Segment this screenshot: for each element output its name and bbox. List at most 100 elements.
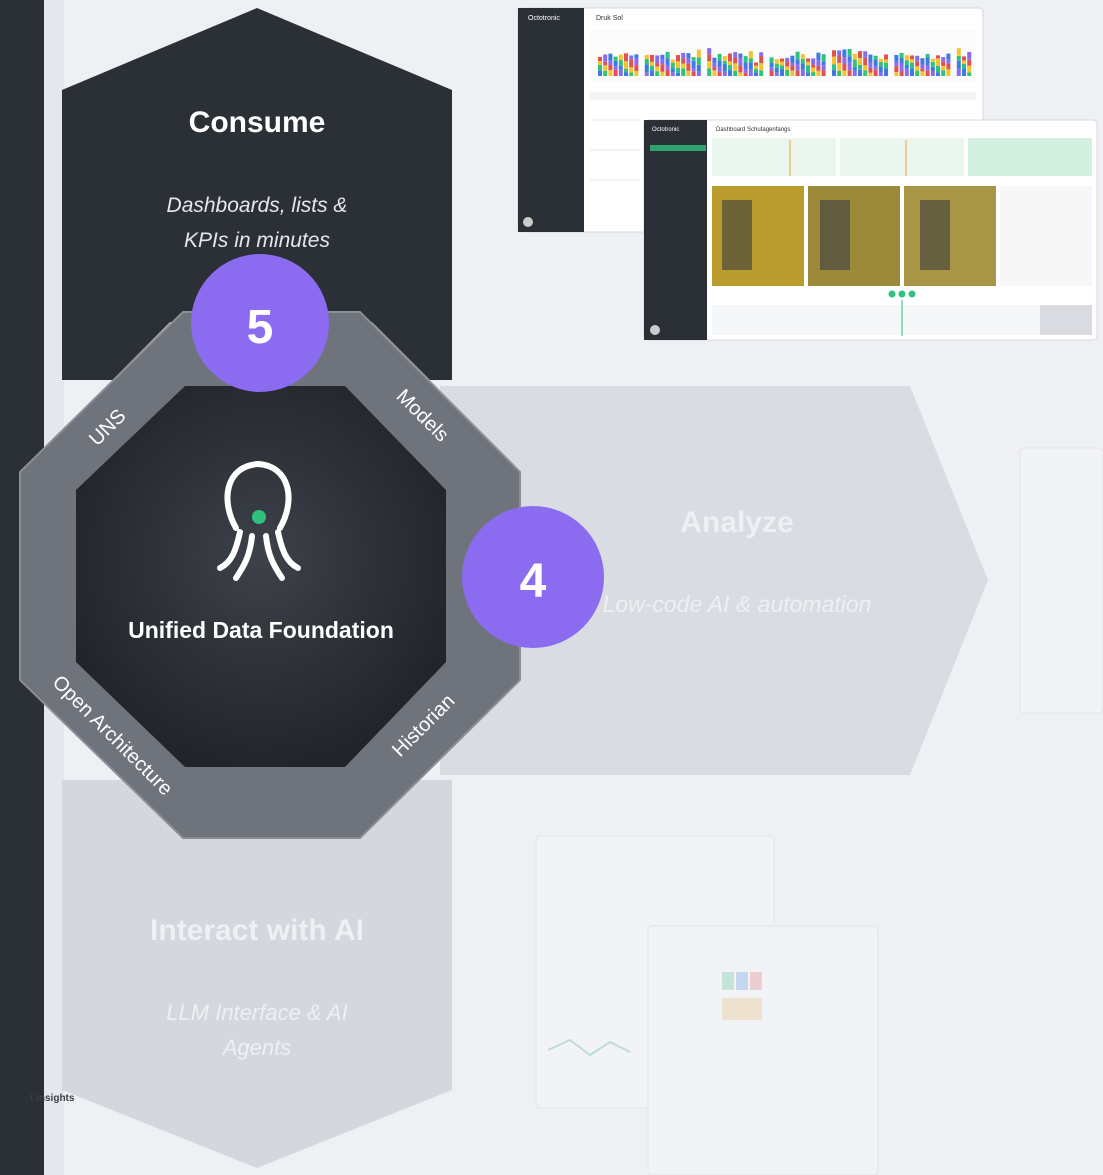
screen1-bar-segment (930, 66, 935, 71)
dashboard-screenshot-2: Octotronic Dashboard Schutagenfangs (643, 119, 1098, 341)
screen1-bar-segment (868, 72, 873, 76)
screen1-bar-segment (795, 51, 800, 60)
screen1-bar-segment (800, 63, 805, 70)
screen1-bar-segment (769, 67, 774, 71)
screen1-bar-segment (691, 67, 696, 72)
screen1-bar-segment (904, 68, 909, 76)
screen1-bar-segment (665, 51, 670, 59)
screen1-bar-segment (790, 62, 795, 66)
screen1-bar-segment (738, 57, 743, 66)
screen1-bar-segment (722, 60, 727, 64)
screen1-bar-segment (644, 54, 649, 59)
edge-text: t insights (30, 1093, 75, 1104)
screen1-bar-segment (915, 66, 920, 71)
screen1-bar-segment (800, 69, 805, 76)
screen1-bar-segment (852, 70, 857, 76)
screen1-bar-segment (956, 60, 961, 69)
screen1-bar-segment (925, 64, 930, 71)
screen1-bar-segment (904, 64, 909, 69)
screen1-bar-segment (899, 63, 904, 72)
screen1-bar-segment (832, 69, 836, 76)
screen1-bar-segment (618, 54, 623, 61)
screen1-bar-segment (821, 65, 826, 71)
screen1-bar-segment (847, 70, 852, 76)
screen1-bar-segment (717, 53, 722, 61)
screen1-bar-segment (915, 55, 920, 62)
screen1-bar-segment (962, 63, 966, 69)
screen1-bar-segment (884, 62, 888, 69)
screen1-bar-segment (837, 50, 842, 56)
screen1-bar-segment (832, 64, 836, 70)
screen1-bar-segment (925, 70, 930, 76)
screen1-bar-segment (852, 67, 857, 71)
screen1-bar-segment (930, 61, 935, 67)
screen1-bar-segment (873, 65, 878, 70)
screen1-bar-segment (863, 51, 868, 58)
screen1-bar-segment (665, 69, 670, 76)
screen1-bar-segment (759, 70, 764, 76)
screen1-bar-segment (878, 61, 883, 67)
screen1-bar-segment (618, 65, 623, 70)
screen1-bar-segment (811, 72, 816, 76)
screen1-bar-segment (754, 68, 758, 73)
screen1-bar-segment (608, 64, 613, 71)
screen1-bar-segment (894, 72, 899, 76)
screen1-brand: Octotronic (528, 15, 560, 22)
screen1-bar-segment (910, 59, 914, 63)
screen1-bar-segment (655, 71, 660, 76)
screen1-bar-segment (670, 68, 675, 73)
screen1-bar-segment (650, 70, 654, 76)
screen1-bar-segment (873, 55, 878, 60)
screen1-bar-segment (941, 57, 946, 62)
screen1-bar-segment (644, 64, 649, 73)
screen1-bar-segment (608, 60, 613, 65)
screen1-bar-segment (811, 64, 816, 68)
screen1-bar-segment (655, 63, 660, 67)
screen1-bar-segment (967, 51, 972, 60)
interact-title: Interact with AI (150, 914, 364, 947)
screen1-bar-segment (613, 56, 618, 61)
screen1-bar-segment (717, 66, 722, 72)
screen1-bar-segment (748, 51, 753, 59)
screen1-bar-segment (878, 66, 883, 72)
screen1-bar-segment (863, 70, 868, 76)
screen1-bar-segment (837, 62, 842, 71)
screen1-bar-segment (624, 72, 628, 76)
screen1-bar-segment (676, 67, 680, 73)
screen1-bar-segment (842, 70, 847, 76)
screen1-bar-segment (941, 65, 946, 71)
screen1-bar-segment (936, 72, 940, 76)
screen1-bar-segment (915, 70, 920, 76)
screen1-bar-segment (941, 61, 946, 66)
screen1-bar-segment (785, 57, 790, 62)
screen1-bar-segment (754, 72, 758, 76)
screen1-bar-segment (899, 52, 904, 58)
screen1-bar-segment (925, 57, 930, 65)
screen1-bar-segment (722, 63, 727, 72)
screen1-bar-segment (738, 53, 743, 58)
screen1-bar-segment (894, 65, 899, 73)
screen1-bar-segment (613, 66, 618, 70)
screen1-bar-segment (733, 52, 738, 58)
screen1-bar-segment (904, 60, 909, 65)
screen1-bar-segment (743, 72, 748, 76)
consume-subtitle-2: KPIs in minutes (184, 229, 330, 252)
screen1-bar-segment (743, 56, 748, 63)
screen1-bar-segment (884, 59, 888, 63)
screen1-bar-segment (847, 62, 852, 71)
screen1-bar-segment (920, 64, 925, 69)
screen1-bar-segment (894, 54, 899, 62)
screen1-bar-segment (707, 61, 712, 69)
screen1-bar-segment (816, 52, 821, 61)
screen1-bar-segment (650, 61, 654, 66)
right-faint-panel (1019, 447, 1103, 714)
screen1-bar-segment (644, 58, 649, 65)
screen1-bar-segment (821, 70, 826, 76)
screen1-bar-segment (868, 62, 873, 68)
screen1-bar-segment (852, 59, 857, 68)
badge-4-label: 4 (520, 555, 547, 608)
screen1-bar-segment (634, 58, 639, 66)
screen2-title: Dashboard Schutagenfangs (716, 127, 790, 133)
screen1-bar-segment (676, 61, 680, 68)
screen1-bar-segment (728, 70, 732, 76)
